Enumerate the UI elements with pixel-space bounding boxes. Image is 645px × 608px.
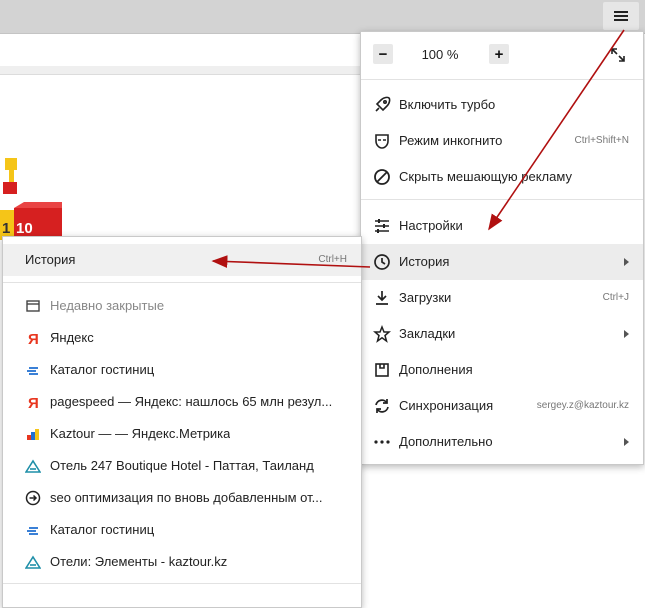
window-icon [25, 298, 41, 314]
menu-item-label: Настройки [399, 218, 463, 233]
zoom-out-button[interactable]: − [373, 44, 393, 64]
history-item[interactable]: Каталог гостиниц [3, 354, 361, 386]
rocket-icon [373, 96, 391, 114]
menu-item-label: Синхронизация [399, 398, 494, 413]
menu-item-label: Включить турбо [399, 97, 496, 112]
menu-item-shortcut: Ctrl+Shift+N [574, 135, 629, 146]
history-item[interactable]: Отели: Элементы - kaztour.kz [3, 546, 361, 578]
download-icon [373, 289, 391, 307]
metrika-icon [25, 426, 41, 442]
history-item-label: Каталог гостиниц [50, 362, 155, 377]
menu-item-shortcut: Ctrl+J [602, 292, 629, 303]
page-badge-number: 10 [16, 220, 33, 237]
hamburger-icon [614, 11, 628, 21]
arrow-circle-icon [25, 490, 41, 506]
history-clock-icon [373, 253, 391, 271]
history-item-label: Яндекс [50, 330, 94, 345]
zoom-in-button[interactable]: + [489, 44, 509, 64]
menu-item-downloads[interactable]: Загрузки Ctrl+J [361, 280, 643, 316]
menu-item-block-ads[interactable]: Скрыть мешающую рекламу [361, 159, 643, 195]
menu-item-extensions[interactable]: Дополнения [361, 352, 643, 388]
history-recently-closed[interactable]: Недавно закрытые [3, 290, 361, 322]
extensions-icon [373, 361, 391, 379]
menu-divider [3, 282, 361, 283]
browser-toolbar [0, 0, 645, 34]
history-item[interactable]: seo оптимизация по вновь добавленным от.… [3, 482, 361, 514]
history-item[interactable]: Kaztour — — Яндекс.Метрика [3, 418, 361, 450]
history-header-label: История [25, 252, 76, 267]
settings-sliders-icon [373, 217, 391, 235]
history-item-label: seo оптимизация по вновь добавленным от.… [50, 490, 323, 505]
sync-account-email: sergey.z@kaztour.kz [536, 400, 629, 411]
menu-divider [361, 79, 643, 80]
incognito-mask-icon [373, 132, 391, 150]
history-item[interactable]: Я Яндекс [3, 322, 361, 354]
fullscreen-icon[interactable] [609, 46, 627, 64]
menu-divider [3, 583, 361, 584]
submenu-arrow-icon [624, 258, 629, 266]
svg-text:Я: Я [28, 395, 39, 410]
history-item[interactable]: Отель 247 Boutique Hotel - Паттая, Таила… [3, 450, 361, 482]
history-item[interactable]: Я pagespeed — Яндекс: нашлось 65 млн рез… [3, 386, 361, 418]
menu-item-settings[interactable]: Настройки [361, 208, 643, 244]
block-ads-icon [373, 168, 391, 186]
zoom-row: − 100 % + [361, 32, 643, 78]
kaztour-icon [24, 458, 42, 474]
menu-divider [361, 199, 643, 200]
history-submenu-header[interactable]: История Ctrl+H [3, 244, 361, 276]
history-item-label: pagespeed — Яндекс: нашлось 65 млн резул… [50, 394, 333, 409]
menu-item-label: Режим инкогнито [399, 133, 503, 148]
menu-item-history[interactable]: История [361, 244, 643, 280]
menu-item-bookmarks[interactable]: Закладки [361, 316, 643, 352]
page-badge-partial: 1 [2, 220, 11, 237]
menu-item-more[interactable]: Дополнительно [361, 424, 643, 460]
history-header-shortcut: Ctrl+H [318, 254, 347, 265]
menu-item-label: Скрыть мешающую рекламу [399, 169, 572, 184]
menu-item-incognito[interactable]: Режим инкогнито Ctrl+Shift+N [361, 123, 643, 159]
menu-button[interactable] [603, 2, 639, 30]
address-bar-area[interactable] [0, 34, 360, 66]
menu-item-label: Дополнения [399, 362, 473, 377]
submenu-arrow-icon [624, 438, 629, 446]
zoom-level: 100 % [421, 47, 459, 62]
history-item-label: Каталог гостиниц [50, 522, 155, 537]
more-dots-icon [373, 433, 391, 451]
hotel-catalog-icon [25, 522, 41, 538]
menu-item-label: Загрузки [399, 290, 452, 305]
sync-icon [373, 397, 391, 415]
history-item-label: Kaztour — — Яндекс.Метрика [50, 426, 231, 441]
history-item[interactable]: Каталог гостиниц [3, 514, 361, 546]
hotel-catalog-icon [25, 362, 41, 378]
history-submenu: История Ctrl+H Недавно закрытые Я Яндекс… [2, 236, 362, 608]
history-item-label: Недавно закрытые [50, 298, 165, 313]
history-item-label: Отель 247 Boutique Hotel - Паттая, Таила… [50, 458, 314, 473]
browser-main-menu: − 100 % + Включить турбо Режим инкогнито… [360, 31, 644, 465]
page-top-strip [0, 66, 360, 75]
svg-text:Я: Я [28, 331, 39, 346]
menu-item-sync[interactable]: Синхронизация sergey.z@kaztour.kz [361, 388, 643, 424]
menu-item-label: Дополнительно [399, 434, 493, 449]
history-item-label: Отели: Элементы - kaztour.kz [50, 554, 228, 569]
menu-item-label: История [399, 254, 450, 269]
submenu-arrow-icon [624, 330, 629, 338]
yandex-icon: Я [25, 330, 41, 348]
star-icon [373, 324, 391, 343]
page-graphic: 10 1 [0, 150, 65, 240]
yandex-icon: Я [25, 394, 41, 412]
menu-item-turbo[interactable]: Включить турбо [361, 87, 643, 123]
kaztour-icon [24, 554, 42, 570]
menu-item-label: Закладки [399, 326, 456, 341]
